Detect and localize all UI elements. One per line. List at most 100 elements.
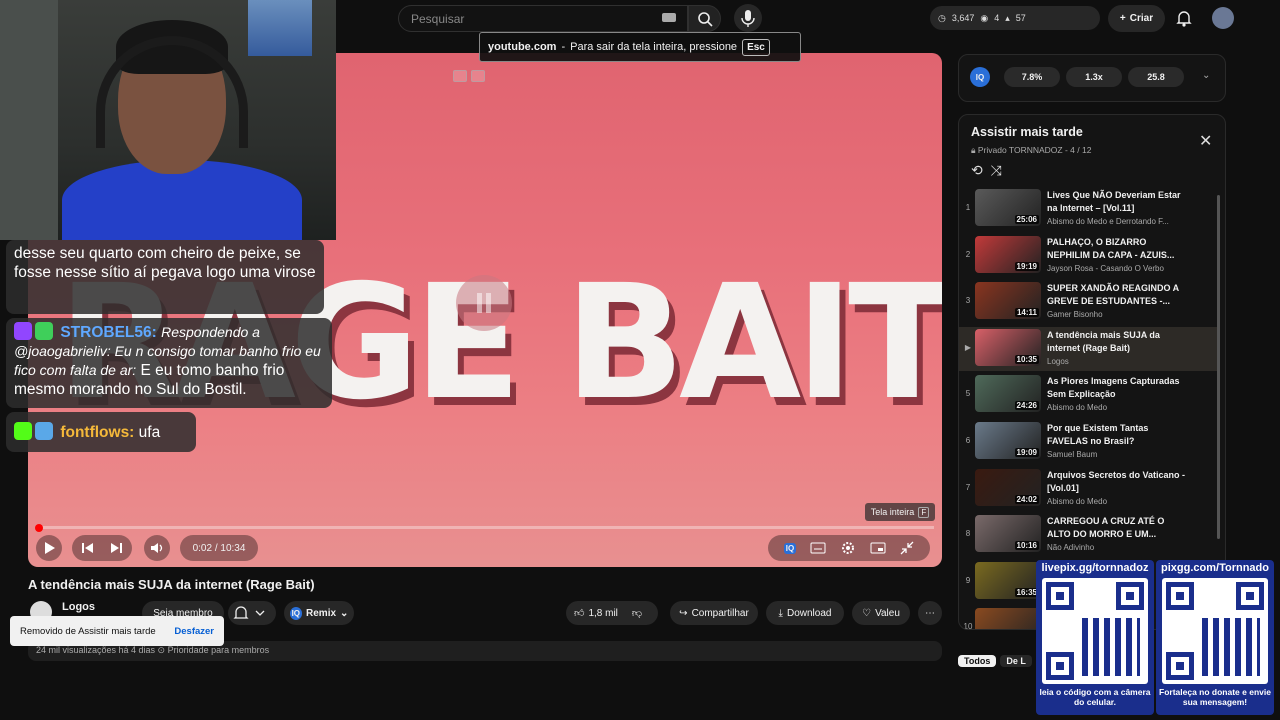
extension-stats[interactable]: ◷ 3,647 ◉ 4 ▴ 57 — [930, 6, 1100, 30]
account-avatar[interactable] — [1212, 7, 1234, 29]
playlist-item-title[interactable]: A tendência mais SUJA da internet (Rage … — [1047, 329, 1187, 355]
iq-icon: IQ — [289, 606, 303, 620]
playlist-item[interactable]: 3 14:11 SUPER XANDÃO REAGINDO A GREVE DE E… — [959, 280, 1217, 324]
pip-icon[interactable] — [453, 70, 467, 82]
download-button[interactable]: ⤓ Download — [766, 601, 844, 625]
fullscreen-toast: youtube.com - Para sair da tela inteira,… — [479, 32, 801, 62]
miniplayer-icon[interactable] — [870, 542, 886, 554]
progress-bar[interactable] — [36, 526, 934, 529]
iq-stat: 1.3x — [1066, 67, 1122, 87]
esc-key: Esc — [742, 38, 770, 56]
playlist-title[interactable]: Assistir mais tarde — [971, 125, 1083, 139]
pause-icon — [477, 293, 491, 313]
thumbs-down-icon[interactable]: 👎︎ — [632, 607, 642, 619]
next-icon[interactable] — [109, 541, 123, 555]
qr-code-image — [1162, 578, 1268, 684]
playlist-item[interactable]: 7 24:02 Arquivos Secretos do Vaticano - [V… — [959, 467, 1217, 511]
subscription-bell-button[interactable] — [228, 601, 276, 625]
notifications-button[interactable] — [1174, 8, 1194, 28]
playlist-item-channel: Jayson Rosa - Casando O Verbo — [1047, 263, 1164, 273]
tab-from-channel[interactable]: De L — [1000, 655, 1032, 667]
playlist-item-title[interactable]: Por que Existem Tantas FAVELAS no Brasil… — [1047, 422, 1187, 448]
search-input[interactable]: Pesquisar — [398, 5, 688, 32]
video-title: A tendência mais SUJA da internet (Rage … — [28, 577, 315, 592]
playlist-item-thumbnail[interactable]: 24:02 — [975, 468, 1041, 506]
webcam-overlay — [0, 0, 336, 240]
tab-all[interactable]: Todos — [958, 655, 997, 667]
shuffle-icon[interactable]: ⤨ — [991, 162, 1002, 178]
chevron-down-icon[interactable]: ⌄ — [1202, 70, 1210, 81]
qr-finder — [1116, 582, 1144, 610]
volume-button[interactable] — [144, 535, 170, 561]
playlist-item-title[interactable]: As Piores Imagens Capturadas Sem Explica… — [1047, 375, 1187, 401]
playlist-item-index: ▶ — [964, 342, 972, 352]
lock-icon: 🔒︎ — [971, 145, 978, 155]
close-icon[interactable]: ✕ — [1199, 131, 1212, 151]
like-button[interactable]: 👍︎ 1,8 mil 👎︎ — [566, 601, 658, 625]
qr-header: pixgg.com/Tornnado — [1161, 562, 1269, 574]
notes-icon[interactable] — [471, 70, 485, 82]
search-button[interactable] — [688, 5, 721, 32]
qr-finder — [1166, 582, 1194, 610]
chat-username: fontflows: — [60, 424, 135, 441]
playlist-item-title[interactable]: Arquivos Secretos do Vaticano - [Vol.01] — [1047, 469, 1187, 495]
playlist-item[interactable]: 6 19:09 Por que Existem Tantas FAVELAS no … — [959, 420, 1217, 464]
iq-logo[interactable]: IQ — [970, 67, 990, 87]
create-label: Criar — [1129, 13, 1154, 24]
playlist-item[interactable]: 1 25:06 Lives Que NÃO Deveriam Estar na In… — [959, 187, 1217, 231]
settings-gear-icon[interactable] — [840, 540, 856, 556]
subtitles-icon[interactable] — [810, 542, 826, 554]
keyboard-icon[interactable] — [662, 13, 676, 22]
playlist-item-thumbnail[interactable]: 19:19 — [975, 235, 1041, 273]
playlist-item-thumbnail[interactable]: 10:16 — [975, 515, 1041, 553]
create-button[interactable]: + Criar — [1108, 5, 1165, 32]
playlist-item-index: 5 — [965, 389, 971, 399]
exit-fullscreen-icon[interactable] — [900, 541, 914, 555]
stream-chat-overlay: desse seu quarto com cheiro de peixe, se… — [0, 232, 340, 452]
snackbar: Removido de Assistir mais tarde Desfazer — [10, 616, 224, 646]
qr-finder — [1166, 652, 1194, 680]
playlist-item[interactable]: 2 19:19 PALHAÇO, O BIZARRO NEPHILIM DA CAP… — [959, 234, 1217, 278]
thumb-icon: ▴ — [1005, 12, 1010, 23]
chat-text: desse seu quarto com cheiro de peixe, se… — [14, 245, 316, 281]
scrubber-handle[interactable] — [35, 524, 43, 532]
playlist-item-channel: Gamer Bisonho — [1047, 310, 1103, 320]
playlist-item-title[interactable]: SUPER XANDÃO REAGINDO A GREVE DE ESTUDAN… — [1047, 282, 1187, 308]
playlist-item-title[interactable]: CARREGOU A CRUZ ATÉ O ALTO DO MORRO E UM… — [1047, 515, 1187, 541]
playlist-item-index: 6 — [965, 436, 971, 445]
remix-button[interactable]: IQ Remix ⌄ — [284, 601, 354, 625]
undo-button[interactable]: Desfazer — [174, 626, 214, 637]
playlist-item-duration: 19:19 — [1014, 261, 1039, 271]
playlist-item-thumbnail[interactable]: 10:35 — [975, 328, 1041, 366]
toast-separator: - — [561, 41, 566, 53]
more-actions-button[interactable]: ⋯ — [918, 601, 942, 625]
playlist-item[interactable]: 5 24:26 As Piores Imagens Capturadas Sem E… — [959, 373, 1217, 417]
search-icon — [698, 12, 713, 27]
voice-search-button[interactable] — [734, 4, 762, 32]
playlist-item-thumbnail[interactable]: 14:11 — [975, 282, 1041, 320]
bell-icon — [1176, 11, 1192, 27]
playlist-scrollbar[interactable] — [1217, 195, 1220, 539]
playlist-item-thumbnail[interactable]: 16:35 — [975, 561, 1041, 599]
share-button[interactable]: ↪ Compartilhar — [670, 601, 758, 625]
previous-icon[interactable] — [81, 541, 95, 555]
playlist-item-thumbnail[interactable] — [975, 608, 1041, 629]
channel-name[interactable]: Logos — [62, 601, 95, 613]
iq-stat: 25.8 — [1128, 67, 1184, 87]
play-button[interactable] — [36, 535, 62, 561]
chevron-down-icon: ⌄ — [340, 607, 349, 619]
playlist-item[interactable]: 8 10:16 CARREGOU A CRUZ ATÉ O ALTO DO MORR… — [959, 513, 1217, 557]
playlist-item[interactable]: ▶ 10:35 A tendência mais SUJA da internet … — [959, 326, 1217, 371]
toast-domain: youtube.com — [488, 41, 557, 53]
playlist-item-title[interactable]: PALHAÇO, O BIZARRO NEPHILIM DA CAPA - AZ… — [1047, 236, 1187, 262]
thanks-button[interactable]: ♡ Valeu — [852, 601, 910, 625]
playlist-item-title[interactable]: Lives Que NÃO Deveriam Estar na Internet… — [1047, 189, 1187, 215]
playlist-item-thumbnail[interactable]: 25:06 — [975, 189, 1041, 226]
iq-icon[interactable]: IQ — [783, 542, 797, 554]
playlist-item-thumbnail[interactable]: 24:26 — [975, 375, 1041, 413]
loop-icon[interactable]: ⟲ — [971, 162, 983, 178]
more-icon: ⋯ — [925, 607, 935, 619]
qr-code-image — [1042, 578, 1148, 684]
thanks-label: Valeu — [875, 607, 900, 619]
playlist-item-thumbnail[interactable]: 19:09 — [975, 422, 1041, 459]
